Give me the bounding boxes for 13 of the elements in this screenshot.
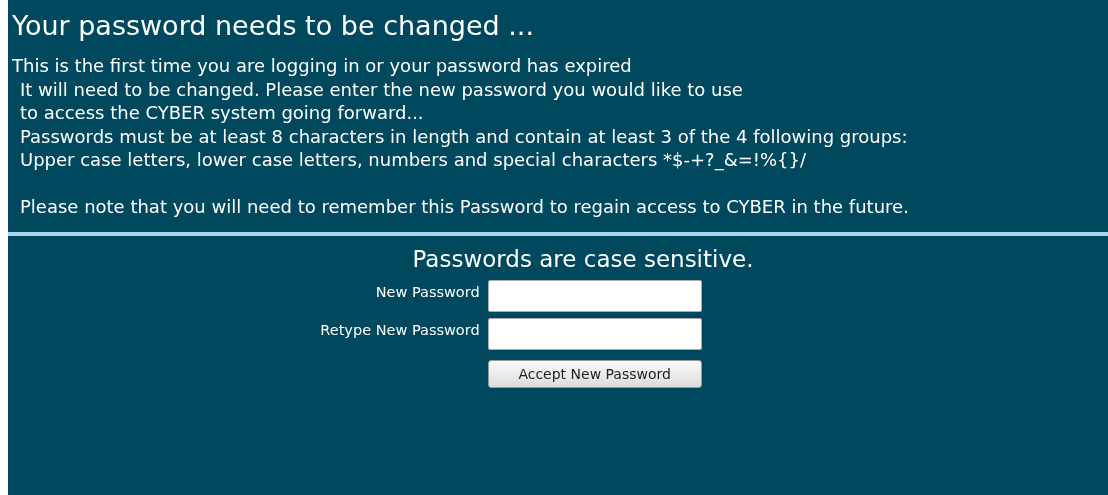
page-title: Your password needs to be changed ... bbox=[12, 9, 535, 43]
instruction-text: Passwords must be at least 8 characters in length and contain at least 3 of the 4 following groups: bbox=[19, 124, 909, 148]
instruction-text: to access the CYBER system going forward... bbox=[19, 101, 425, 125]
field-label: New Password bbox=[374, 283, 480, 300]
password-field[interactable] bbox=[487, 280, 702, 312]
field-label: Retype New Password bbox=[320, 321, 480, 338]
instruction-text: It will need to be changed. Please enter the new password you would like to use bbox=[19, 77, 744, 101]
note-text: Please note that you will need to remember this Password to regain access to CYBER in the future. bbox=[19, 194, 910, 218]
instruction-text: This is the first time you are logging in or your password has expired bbox=[12, 54, 633, 78]
instruction-text: Upper case letters, lower case letters, numbers and special characters *$-+?_&=!%{}/ bbox=[19, 148, 808, 172]
password-field[interactable] bbox=[487, 318, 702, 350]
form-heading: Passwords are case sensitive. bbox=[412, 245, 754, 274]
accept-button[interactable]: Accept New Password bbox=[487, 360, 702, 388]
